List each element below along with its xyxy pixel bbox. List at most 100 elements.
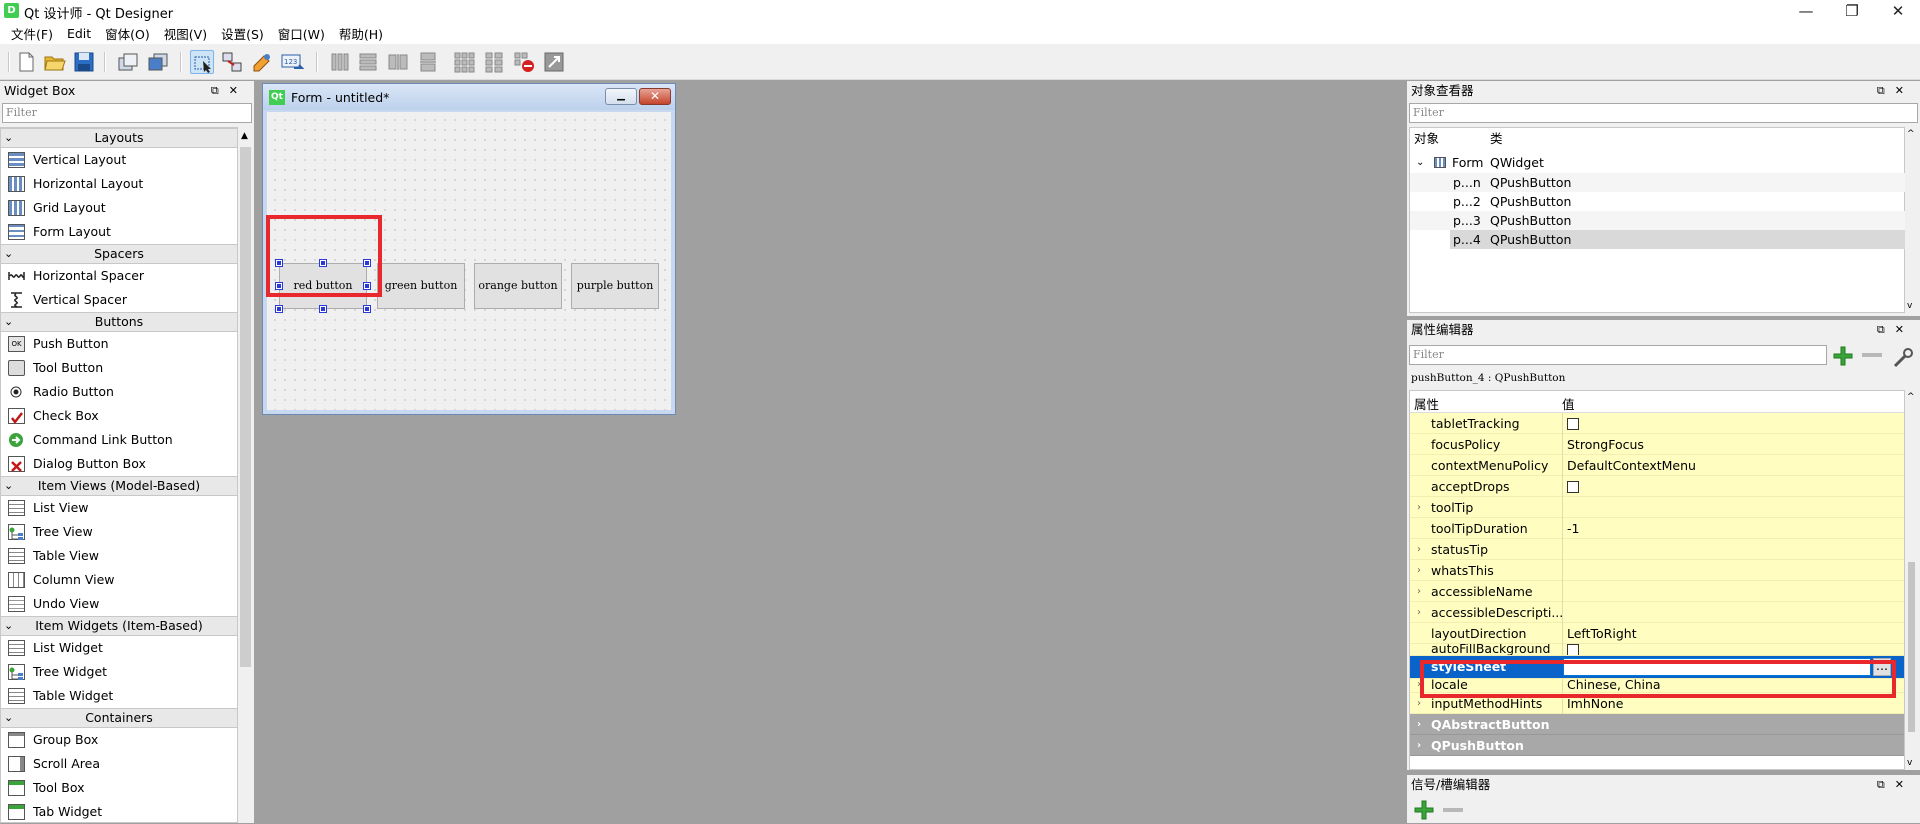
widget-radio-button[interactable]: Radio Button <box>1 380 237 404</box>
widget-check-box[interactable]: Check Box <box>1 404 237 428</box>
widget-box-scrollbar[interactable]: ▲ <box>238 127 253 823</box>
remove-property-icon[interactable] <box>1862 353 1882 357</box>
add-property-icon[interactable] <box>1831 344 1855 368</box>
form-title-bar[interactable]: Qt Form - untitled* ▁ ✕ <box>263 84 675 110</box>
layout-grid-icon[interactable] <box>452 50 476 74</box>
widget-tool-box[interactable]: Tool Box <box>1 776 237 800</box>
orange-button[interactable]: orange button <box>474 263 562 309</box>
edit-buddies-icon[interactable] <box>250 50 274 74</box>
tree-row-button-2[interactable]: p...2 QPushButton <box>1410 192 1906 211</box>
close-dock-icon[interactable]: ✕ <box>1895 778 1914 791</box>
property-table-scrollbar[interactable]: ^ v <box>1905 390 1918 770</box>
object-filter-input[interactable]: Filter <box>1409 103 1918 123</box>
prop-row-toolTipDuration[interactable]: toolTipDuration -1 <box>1410 518 1904 539</box>
edit-signals-slots-icon[interactable] <box>220 50 244 74</box>
new-file-icon[interactable] <box>14 50 38 74</box>
autoFillBackground-checkbox[interactable] <box>1567 644 1579 655</box>
prop-row-accessibleName[interactable]: › accessibleName <box>1410 581 1904 602</box>
prop-row-autoFillBackground[interactable]: autoFillBackground <box>1410 644 1904 656</box>
prop-row-tabletTracking[interactable]: tabletTracking <box>1410 413 1904 434</box>
widget-table-widget[interactable]: Table Widget <box>1 684 237 708</box>
edit-widgets-icon[interactable] <box>190 50 214 74</box>
prop-row-toolTip[interactable]: › toolTip <box>1410 497 1904 518</box>
prop-row-layoutDirection[interactable]: layoutDirection LeftToRight <box>1410 623 1904 644</box>
widget-tab-widget[interactable]: Tab Widget <box>1 800 237 822</box>
layout-form-icon[interactable] <box>482 50 506 74</box>
layout-horizontal-icon[interactable] <box>328 50 352 74</box>
column-property[interactable]: 属性 <box>1414 394 1439 413</box>
widget-dialog-button-box[interactable]: Dialog Button Box <box>1 452 237 476</box>
chevron-right-icon[interactable]: › <box>1417 581 1421 602</box>
menu-window[interactable]: 窗口(W) <box>271 24 332 43</box>
column-object[interactable]: 对象 <box>1414 128 1439 150</box>
widget-tree-widget[interactable]: Tree Widget <box>1 660 237 684</box>
tree-row-form[interactable]: ⌄ Form QWidget <box>1410 153 1906 172</box>
widget-undo-view[interactable]: Undo View <box>1 592 237 616</box>
edit-tab-order-icon[interactable]: 123 <box>280 50 305 74</box>
menu-edit[interactable]: Edit <box>60 26 98 41</box>
widget-column-view[interactable]: Column View <box>1 568 237 592</box>
scroll-up-icon[interactable]: ^ <box>1907 129 1915 139</box>
menu-file[interactable]: 文件(F) <box>4 24 60 43</box>
widget-vertical-layout[interactable]: Vertical Layout <box>1 148 237 172</box>
open-folder-icon[interactable] <box>42 50 66 74</box>
close-dock-icon[interactable]: ✕ <box>1895 323 1914 336</box>
scrollbar-thumb[interactable] <box>240 147 251 667</box>
tree-row-button-4-selected[interactable]: p...4 QPushButton <box>1450 230 1906 249</box>
resize-handle[interactable] <box>319 305 327 313</box>
tabletTracking-checkbox[interactable] <box>1567 417 1579 430</box>
form-close-button[interactable]: ✕ <box>639 88 671 105</box>
widget-group-box[interactable]: Group Box <box>1 728 237 752</box>
chevron-right-icon[interactable]: › <box>1417 560 1421 581</box>
widget-list-view[interactable]: List View <box>1 496 237 520</box>
form-minimize-button[interactable]: ▁ <box>605 88 637 105</box>
float-icon[interactable]: ⧉ <box>211 84 229 97</box>
close-dock-icon[interactable]: ✕ <box>229 84 248 97</box>
chevron-right-icon[interactable]: › <box>1417 714 1421 735</box>
property-filter-input[interactable]: Filter <box>1409 345 1827 365</box>
widget-table-view[interactable]: Table View <box>1 544 237 568</box>
widget-vertical-spacer[interactable]: Vertical Spacer <box>1 288 237 312</box>
widget-horizontal-spacer[interactable]: Horizontal Spacer <box>1 264 237 288</box>
chevron-right-icon[interactable]: › <box>1417 497 1421 518</box>
adjust-size-icon[interactable] <box>542 50 566 74</box>
prop-row-focusPolicy[interactable]: focusPolicy StrongFocus <box>1410 434 1904 455</box>
menu-form[interactable]: 窗体(O) <box>98 24 157 43</box>
add-connection-icon[interactable] <box>1413 799 1435 821</box>
widget-form-layout[interactable]: Form Layout <box>1 220 237 244</box>
break-layout-icon[interactable] <box>512 50 536 74</box>
chevron-down-icon[interactable]: ⌄ <box>1416 153 1424 172</box>
prop-row-whatsThis[interactable]: › whatsThis <box>1410 560 1904 581</box>
tree-row-button-1[interactable]: p...n QPushButton <box>1410 173 1906 192</box>
layout-vertical-icon[interactable] <box>356 50 380 74</box>
layout-v-splitter-icon[interactable] <box>416 50 440 74</box>
chevron-right-icon[interactable]: › <box>1417 602 1421 623</box>
category-spacers[interactable]: ⌄ Spacers <box>1 244 237 264</box>
prop-row-contextMenuPolicy[interactable]: contextMenuPolicy DefaultContextMenu <box>1410 455 1904 476</box>
chevron-right-icon[interactable]: › <box>1417 735 1421 756</box>
prop-group-QAbstractButton[interactable]: › QAbstractButton <box>1410 714 1904 735</box>
widget-grid-layout[interactable]: Grid Layout <box>1 196 237 220</box>
tree-row-button-3[interactable]: p...3 QPushButton <box>1410 211 1906 230</box>
object-tree-scrollbar[interactable]: ^ v <box>1905 127 1918 313</box>
prop-row-statusTip[interactable]: › statusTip <box>1410 539 1904 560</box>
minimize-button[interactable]: — <box>1783 0 1829 22</box>
send-to-back-icon[interactable] <box>146 50 170 74</box>
widget-push-button[interactable]: OK Push Button <box>1 332 237 356</box>
scrollbar-thumb[interactable] <box>1908 562 1915 732</box>
widget-filter-input[interactable]: Filter <box>2 103 252 123</box>
widget-command-link-button[interactable]: Command Link Button <box>1 428 237 452</box>
widget-tree-view[interactable]: Tree View <box>1 520 237 544</box>
remove-connection-icon[interactable] <box>1443 808 1463 812</box>
chevron-right-icon[interactable]: › <box>1417 539 1421 560</box>
float-icon[interactable]: ⧉ <box>1877 778 1895 791</box>
green-button[interactable]: green button <box>377 263 465 309</box>
prop-group-QPushButton[interactable]: › QPushButton <box>1410 735 1904 756</box>
widget-scroll-area[interactable]: Scroll Area <box>1 752 237 776</box>
widget-tool-button[interactable]: Tool Button <box>1 356 237 380</box>
category-item-views[interactable]: ⌄ Item Views (Model-Based) <box>1 476 237 496</box>
resize-handle[interactable] <box>363 305 371 313</box>
float-icon[interactable]: ⧉ <box>1877 323 1895 336</box>
category-buttons[interactable]: ⌄ Buttons <box>1 312 237 332</box>
category-item-widgets[interactable]: ⌄ Item Widgets (Item-Based) <box>1 616 237 636</box>
